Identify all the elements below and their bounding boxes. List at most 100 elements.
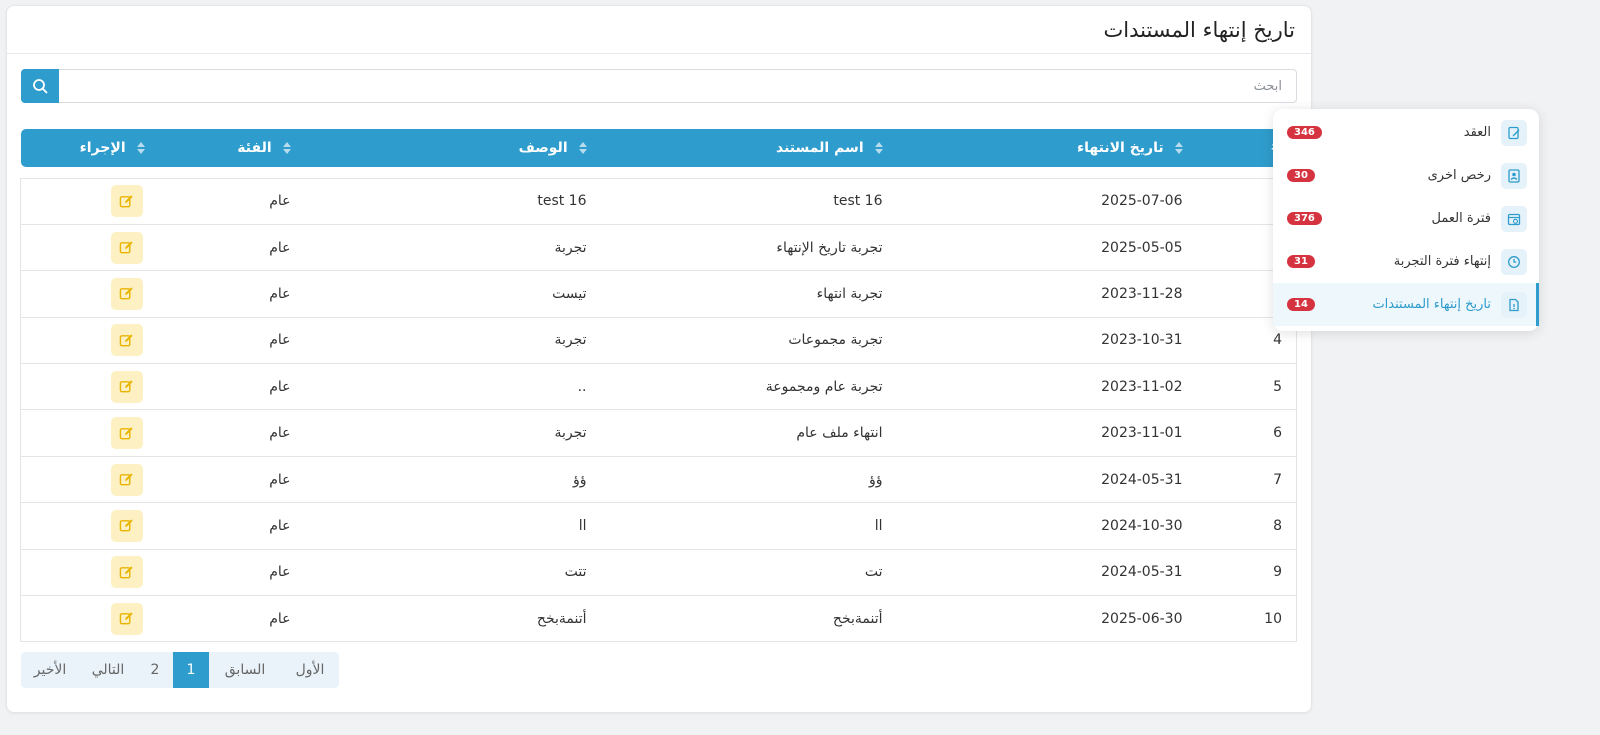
count-badge: 14 [1287,298,1315,311]
side-menu-label: فترة العمل [1431,211,1491,226]
edit-button[interactable] [110,370,143,403]
cell-document-name: تجربة عام ومجموعة [600,363,897,411]
side-menu-item[interactable]: تاريخ إنتهاء المستندات 14 [1273,283,1539,326]
cell-document-name: تجربة انتهاء [600,270,897,318]
sort-icon [1174,142,1183,154]
cell-category: عام [158,548,305,597]
cell-expiry-date: 2023-11-02 [896,363,1197,411]
side-menu-label: إنتهاء فترة التجربة [1393,254,1491,269]
cell-document-name: تجربة تاريخ الإنتهاء [600,223,897,272]
search-button[interactable] [21,69,59,103]
page-title: تاريخ إنتهاء المستندات [1103,17,1295,42]
cell-action [20,177,159,225]
edit-button[interactable] [110,509,143,542]
documents-expiry-card: تاريخ إنتهاء المستندات # [6,5,1312,713]
edit-button[interactable] [110,185,143,218]
page-last-button[interactable]: الأخير [21,652,79,688]
cell-num: 6 [1196,409,1297,457]
edit-button[interactable] [110,602,143,635]
cell-category: عام [158,363,305,411]
calendar-clock-icon [1501,205,1527,232]
header-category[interactable]: الفئة [159,129,305,167]
cell-expiry-date: 2025-07-06 [896,177,1197,225]
documents-table: # تاريخ الانتهاء اسم المستند الوصف [20,129,1297,643]
header-action[interactable]: الإجراء [21,129,159,167]
side-menu-item[interactable]: رخص اخرى 30 [1273,154,1539,197]
side-menu-item[interactable]: إنتهاء فترة التجربة 31 [1273,240,1539,283]
header-document-name[interactable]: اسم المستند [601,129,897,167]
cell-description: ؤؤ [304,455,601,504]
cell-description: تتت [304,548,601,597]
sort-icon [136,142,145,154]
side-menu-label: العقد [1463,125,1491,140]
cell-num: 7 [1196,455,1297,504]
pagination: الأخير التالي 2 1 السابق الأول [21,652,339,688]
cell-document-name: أتنمةبخح [600,595,897,643]
cell-num: 10 [1196,595,1297,643]
search-icon [33,79,48,94]
cell-action [20,409,159,457]
cell-document-name: ll [600,502,897,550]
page-prev-button[interactable]: السابق [209,652,281,688]
search-bar [21,69,1297,103]
cell-num: 8 [1196,502,1297,550]
side-menu-item[interactable]: فترة العمل 376 [1273,197,1539,240]
table-row: 5 2023-11-02 تجربة عام ومجموعة .. عام [20,363,1297,411]
cell-expiry-date: 2025-06-30 [896,595,1197,643]
side-menu-item[interactable]: العقد 346 [1273,111,1539,154]
cell-category: عام [158,316,305,365]
edit-button[interactable] [110,463,143,496]
edit-icon [119,334,133,347]
side-menu-label: رخص اخرى [1427,168,1491,183]
card-header: تاريخ إنتهاء المستندات [7,6,1311,54]
edit-icon [119,519,133,532]
table-row: 7 2024-05-31 ؤؤ ؤؤ عام [20,455,1297,504]
cell-category: عام [158,223,305,272]
side-menu: العقد 346 رخص اخرى 30 فترة العمل 376 إنتهاء فت… [1273,109,1539,331]
header-expiry-date[interactable]: تاريخ الانتهاء [897,129,1197,167]
cell-description: تجربة [304,409,601,457]
page-next-button[interactable]: التالي [79,652,137,688]
cell-description: test 16 [304,177,601,225]
cell-document-name: تت [600,548,897,597]
cell-document-name: انتهاء ملف عام [600,409,897,457]
header-description[interactable]: الوصف [305,129,601,167]
cell-expiry-date: 2023-11-01 [896,409,1197,457]
count-badge: 31 [1287,255,1315,268]
search-input[interactable] [59,69,1297,103]
edit-button[interactable] [110,417,143,450]
table-row: 2 2025-05-05 تجربة تاريخ الإنتهاء تجربة … [20,223,1297,272]
document-icon [1501,291,1527,318]
edit-button[interactable] [110,556,143,589]
cell-category: عام [158,270,305,318]
edit-button[interactable] [110,324,143,357]
cell-expiry-date: 2025-05-05 [896,223,1197,272]
clock-icon [1501,248,1527,275]
page-2-button[interactable]: 2 [137,652,173,688]
cell-category: عام [158,455,305,504]
cell-action [20,270,159,318]
cell-expiry-date: 2024-05-31 [896,455,1197,504]
table-row: 3 2023-11-28 تجربة انتهاء تيست عام [20,270,1297,318]
cell-action [20,502,159,550]
edit-icon [119,380,133,393]
contract-icon [1501,119,1527,146]
cell-expiry-date: 2023-10-31 [896,316,1197,365]
table-row: 10 2025-06-30 أتنمةبخح أتنمةبخح عام [20,595,1297,643]
cell-action [20,548,159,597]
edit-icon [119,566,133,579]
page-1-button[interactable]: 1 [173,652,209,688]
sort-icon [578,142,587,154]
edit-button[interactable] [110,277,143,310]
documents-table-wrapper: # تاريخ الانتهاء اسم المستند الوصف [20,129,1297,643]
cell-action [20,455,159,504]
cell-num: 9 [1196,548,1297,597]
edit-icon [119,427,133,439]
count-badge: 30 [1287,169,1315,182]
cell-action [20,595,159,643]
count-badge: 346 [1287,126,1322,139]
edit-icon [119,287,133,300]
cell-document-name: تجربة مجموعات [600,316,897,365]
page-first-button[interactable]: الأول [281,652,339,688]
edit-button[interactable] [110,231,143,264]
